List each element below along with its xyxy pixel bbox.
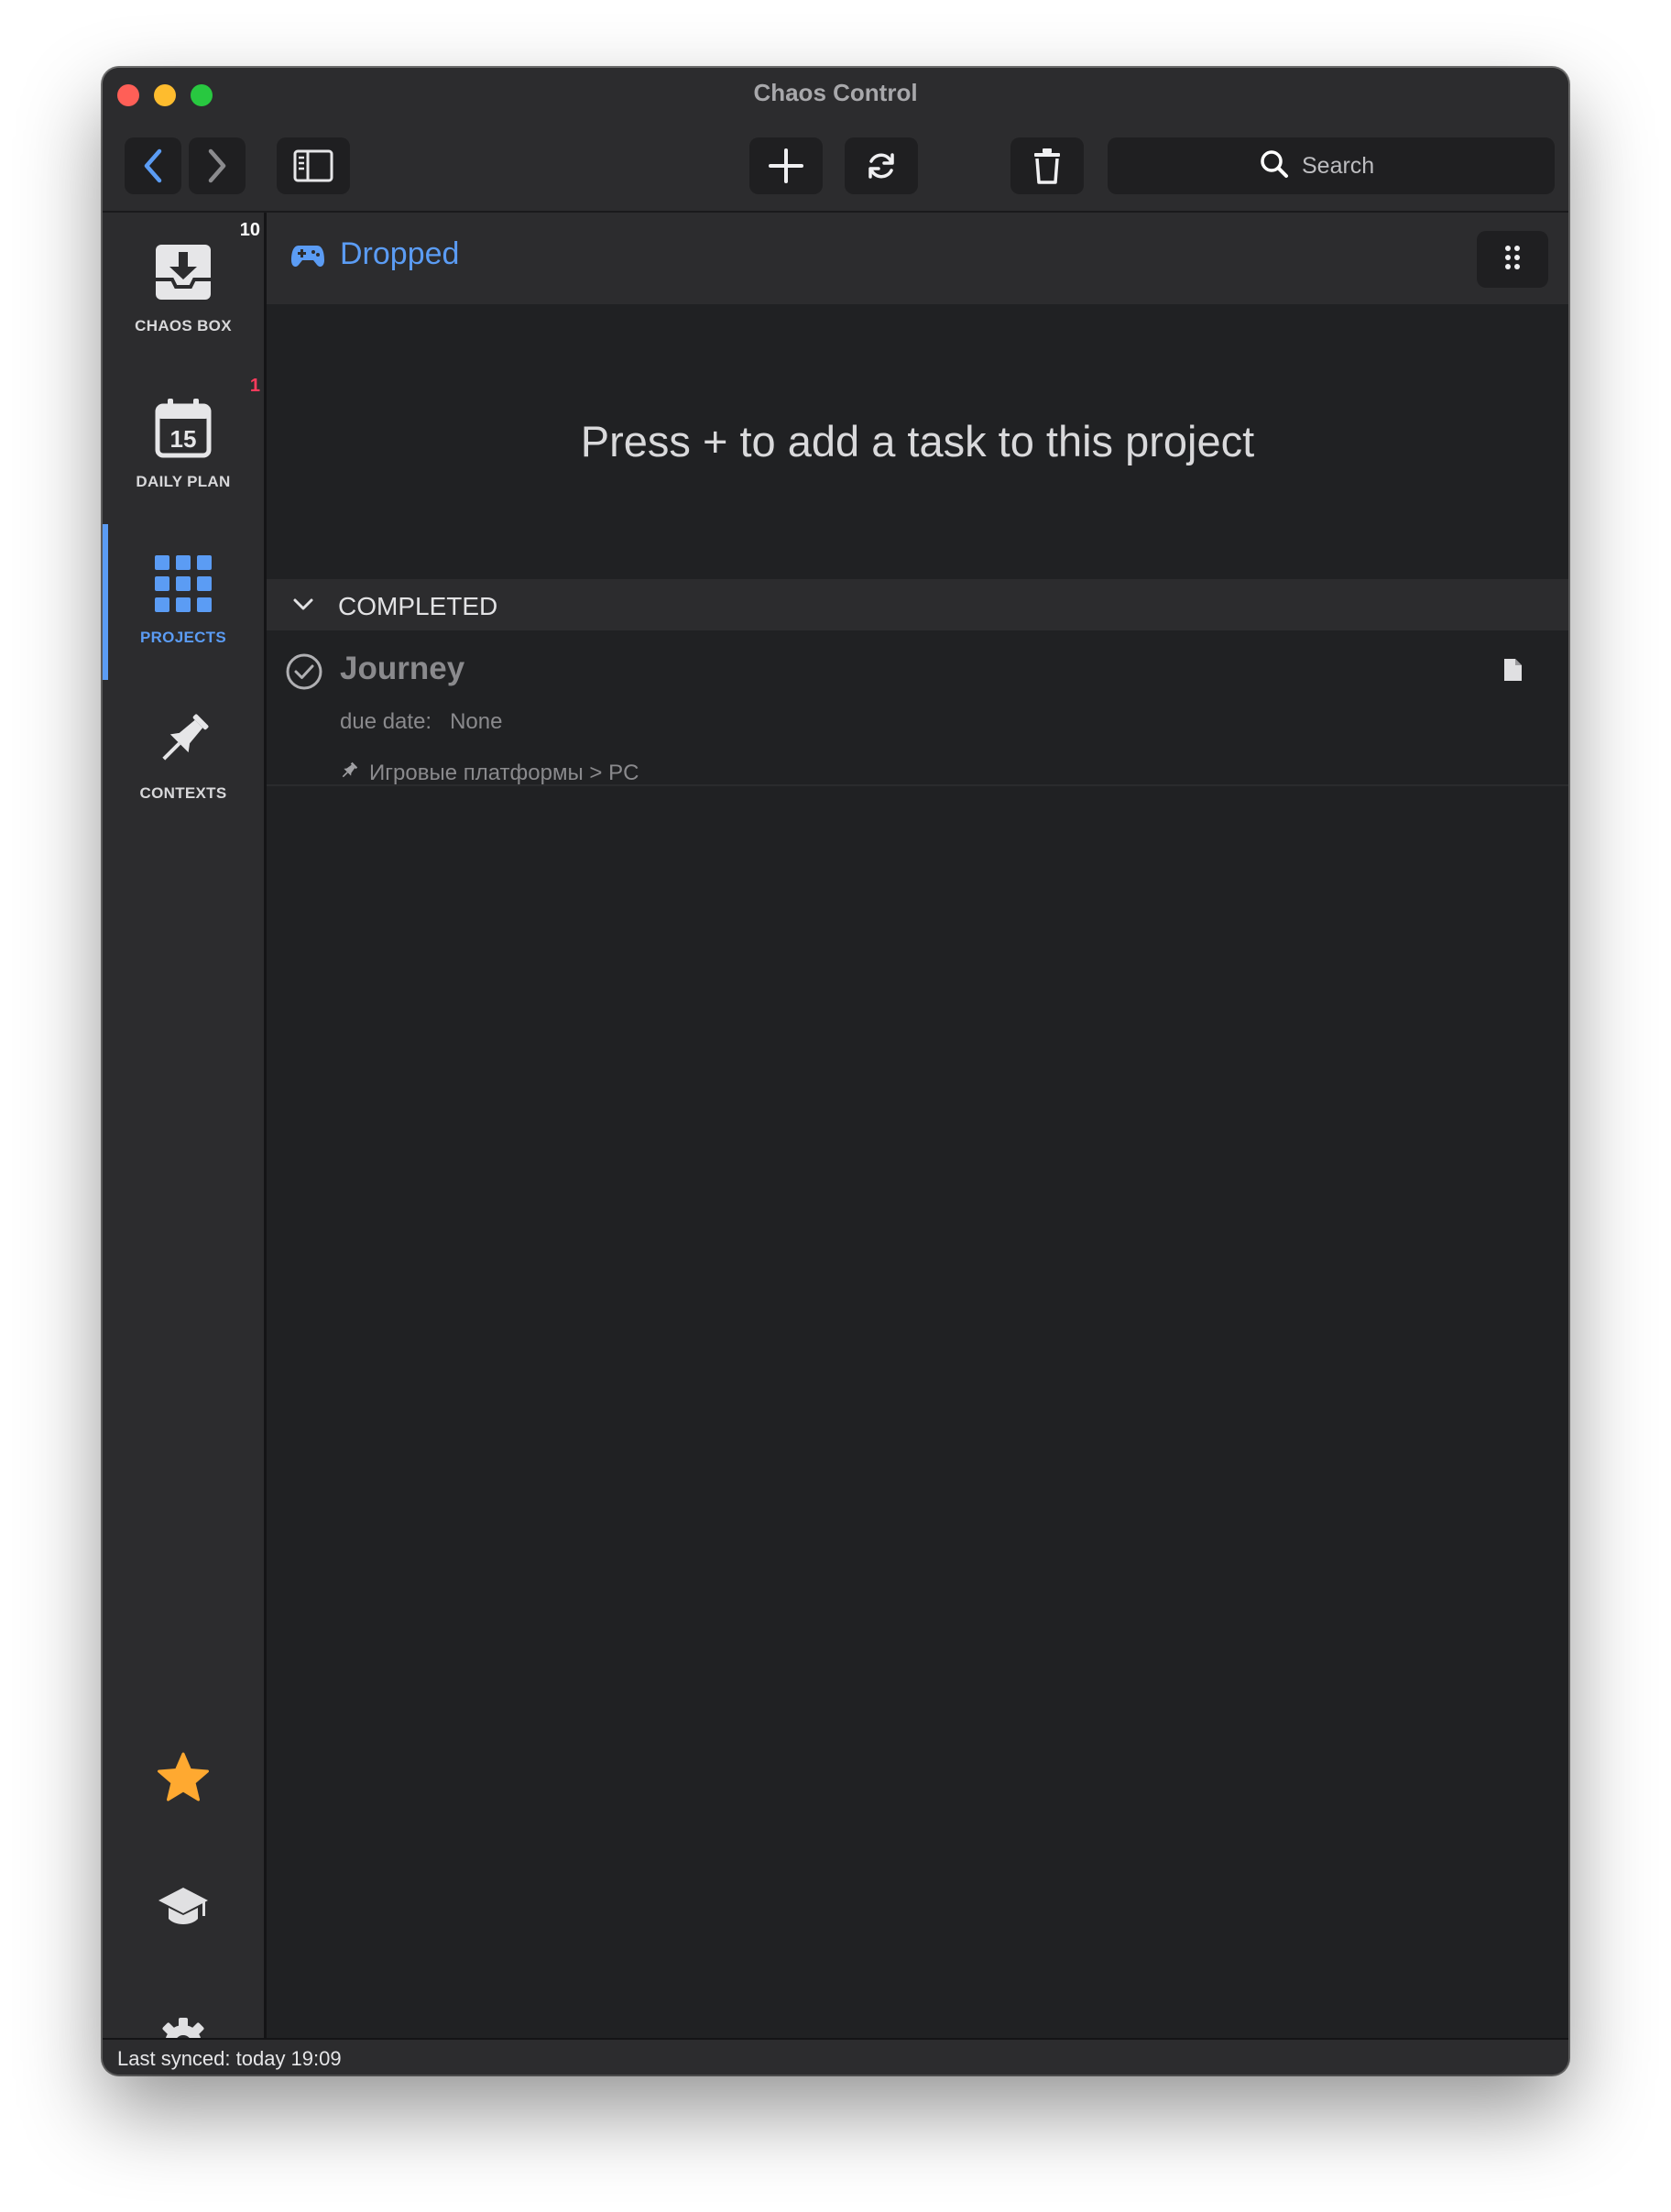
sidebar-item-projects[interactable]: PROJECTS [103, 524, 264, 680]
grid-dots-icon [1505, 245, 1520, 274]
task-row[interactable]: Journey due date: None Игровые платформы … [267, 632, 1568, 786]
empty-project-message: Press + to add a task to this project [580, 417, 1255, 465]
back-button[interactable] [125, 137, 181, 194]
sidebar-item-label: CONTEXTS [139, 784, 227, 802]
task-context: Игровые платформы > PC [340, 761, 639, 786]
project-header: Dropped [267, 213, 1568, 304]
completed-section-label: COMPLETED [338, 592, 498, 620]
task-context-path: Игровые платформы > PC [369, 761, 639, 785]
search-icon [1260, 149, 1289, 183]
calendar-icon: 15 [155, 396, 212, 460]
project-title: Dropped [340, 236, 460, 271]
sidebar-item-daily-plan[interactable]: 15 DAILY PLAN 1 [103, 368, 264, 524]
status-bar: Last synced: today 19:09 [103, 2038, 1568, 2075]
main-content: Dropped Press + to add a task to this pr… [267, 213, 1568, 2038]
plus-icon [768, 148, 804, 184]
sidebar-toggle-icon [293, 149, 333, 182]
graduation-cap-icon [157, 1886, 210, 1934]
sidebar-toggle-button[interactable] [277, 137, 350, 194]
toolbar: Chaos Control [103, 68, 1568, 213]
document-icon[interactable] [1502, 658, 1523, 686]
sidebar-item-label: CHAOS BOX [135, 317, 232, 334]
calendar-day-text: 15 [169, 425, 197, 453]
task-due-date: due date: None [340, 709, 502, 735]
pushpin-icon [340, 761, 358, 786]
sidebar-item-label: DAILY PLAN [136, 473, 231, 490]
delete-button[interactable] [1010, 137, 1084, 194]
chevron-down-icon [292, 596, 314, 619]
completed-check-icon[interactable] [285, 652, 323, 695]
chaos-box-count-badge: 10 [239, 220, 260, 240]
last-synced-status: Last synced: today 19:09 [117, 2047, 342, 2070]
daily-plan-count-badge: 1 [249, 376, 260, 396]
app-window: Chaos Control Search CHAOS BOX 10 15 DAI… [103, 68, 1568, 2075]
add-task-button[interactable] [749, 137, 823, 194]
grid-icon [154, 552, 213, 616]
completed-section-header[interactable]: COMPLETED [267, 579, 1568, 630]
sync-button[interactable] [845, 137, 918, 194]
refresh-icon [865, 149, 898, 182]
forward-button[interactable] [189, 137, 246, 194]
window-title: Chaos Control [753, 79, 918, 106]
star-icon [157, 1752, 210, 1808]
gamepad-icon [290, 244, 325, 274]
search-field[interactable] [1108, 137, 1555, 194]
project-menu-button[interactable] [1477, 231, 1548, 288]
active-indicator [103, 524, 108, 680]
inbox-download-icon [154, 240, 213, 304]
trash-icon [1032, 148, 1062, 184]
due-date-value: None [450, 709, 503, 734]
chevron-right-icon [203, 148, 231, 184]
favorites-button[interactable] [103, 1752, 264, 1808]
search-input[interactable] [1302, 152, 1403, 180]
tutorial-button[interactable] [103, 1886, 264, 1934]
sidebar: CHAOS BOX 10 15 DAILY PLAN 1 PROJECTS CO… [103, 213, 267, 2069]
sidebar-item-chaos-box[interactable]: CHAOS BOX 10 [103, 213, 264, 368]
due-date-label: due date: [340, 709, 432, 734]
chevron-left-icon [139, 148, 167, 184]
sidebar-item-contexts[interactable]: CONTEXTS [103, 680, 264, 836]
pushpin-icon [154, 707, 213, 772]
sidebar-item-label: PROJECTS [139, 629, 227, 646]
task-title: Journey [340, 651, 465, 686]
